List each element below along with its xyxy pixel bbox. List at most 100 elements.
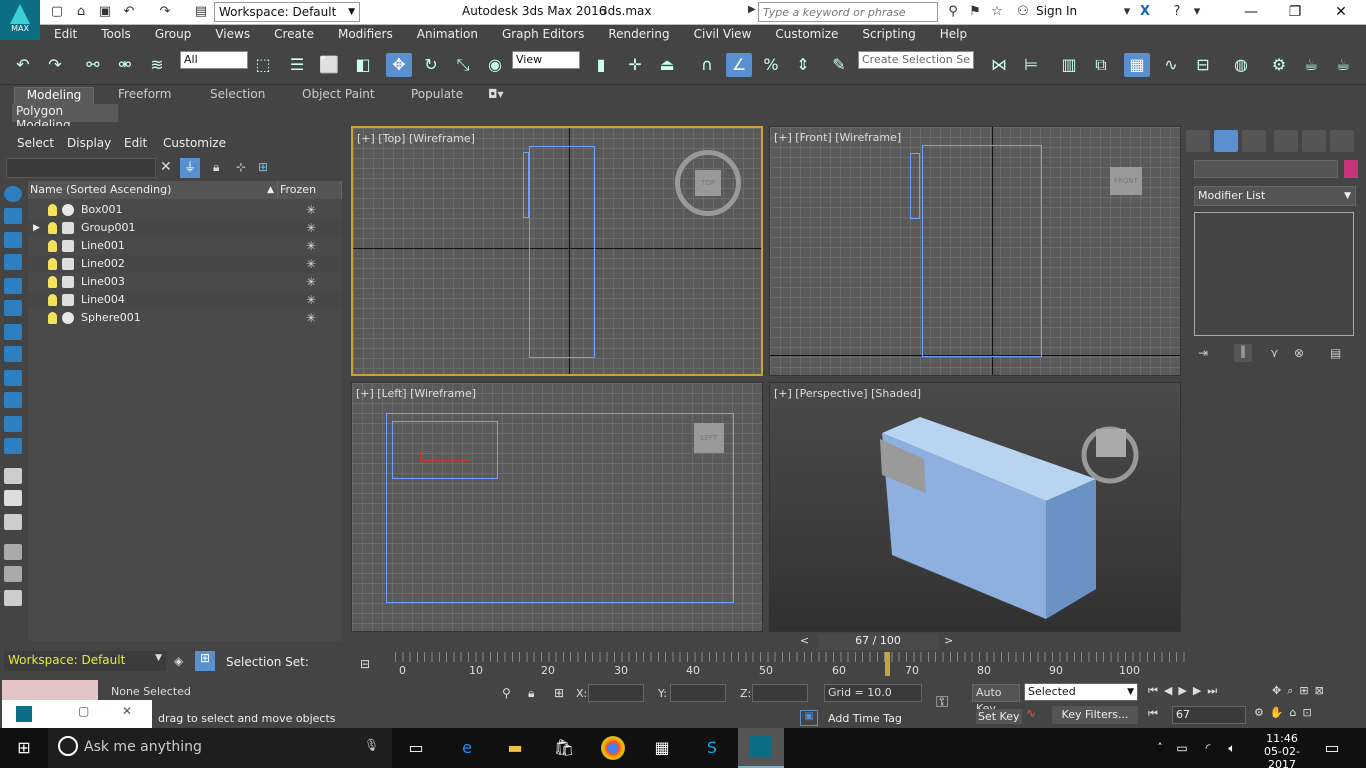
unlink-icon[interactable]: ⚮ [112,53,138,77]
current-frame-marker[interactable] [884,652,890,676]
minimize-button[interactable]: — [1228,0,1274,25]
key-icon[interactable]: ⚿ [936,692,948,712]
expand-search-icon[interactable]: ▶ [748,4,756,15]
menu-help[interactable]: Help [926,25,977,41]
z-coordinate-input[interactable] [752,684,808,702]
object-color-swatch[interactable] [1344,160,1358,178]
redo-icon[interactable]: ↷ [156,3,174,21]
chevron-down-icon[interactable]: ▾ [1118,3,1136,21]
restore-icon[interactable]: ▢ [78,704,89,718]
select-and-scale-icon[interactable]: ⤡ [450,53,476,77]
toggle-ribbon-icon[interactable]: ⧉ [1088,53,1114,77]
close-button[interactable]: ✕ [1318,0,1364,25]
window-crossing-icon[interactable]: ◧ [350,53,376,77]
select-by-name-icon[interactable]: ☰ [284,53,310,77]
menu-customize[interactable]: Customize [761,25,848,41]
sign-in-link[interactable]: Sign In [1036,4,1077,18]
time-slider[interactable]: 67 / 100 [818,634,938,650]
undo-icon[interactable]: ↶ [120,3,138,21]
motion-tab-icon[interactable] [1274,130,1298,152]
explorer-menu-display[interactable]: Display [67,136,111,150]
light-bulb-icon[interactable] [48,240,57,252]
layers-toggle-icon[interactable]: ◈ [174,654,183,668]
tab-populate[interactable]: Populate [411,87,463,105]
viewport-navigation-icons[interactable]: ✥⌕⊞⊠ [1272,684,1330,698]
time-configuration-icons[interactable]: ⚙✋⌂⊡ [1254,706,1318,719]
red-line-shape[interactable] [420,451,470,461]
rectangular-selection-icon[interactable]: ⬜ [316,53,342,77]
wifi-icon[interactable]: ◜ [1196,736,1220,760]
scene-explorer-icon[interactable]: ▦ [1124,53,1150,77]
render-production-icon[interactable]: ☕ [1330,53,1356,77]
menu-tools[interactable]: Tools [87,25,141,41]
selection-lock-icon[interactable]: 🔒︎ [528,686,534,701]
box-wireframe[interactable] [529,146,595,358]
pin-stack-icon[interactable]: ⇥ [1198,346,1208,360]
display-shapes-icon[interactable] [4,232,22,248]
explorer-menu-select[interactable]: Select [17,136,54,150]
light-bulb-icon[interactable] [48,294,57,306]
action-center-icon[interactable]: ▭ [1320,736,1344,760]
chevron-down-icon[interactable]: ▾ [1188,3,1206,21]
menu-scripting[interactable]: Scripting [848,25,925,41]
freeze-snowflake-icon[interactable]: ✳ [306,309,316,327]
modifier-stack[interactable] [1194,212,1354,336]
panel-wireframe[interactable] [910,153,920,219]
column-header-frozen[interactable]: Frozen [278,181,342,199]
viewport-perspective[interactable]: [+] [Perspective] [Shaded] [769,382,1181,632]
material-editor-icon[interactable]: ◍ [1228,53,1254,77]
make-unique-icon[interactable]: ⋎ [1270,346,1279,360]
ribbon-options-icon[interactable]: ◘▾ [488,87,504,105]
task-view-icon[interactable]: ▭ [404,736,428,760]
viewcube[interactable]: FRONT [1110,167,1142,195]
spinner-snap-icon[interactable]: ⇕ [790,53,816,77]
x-coordinate-input[interactable] [588,684,644,702]
hierarchy-icon[interactable] [4,566,22,582]
menu-rendering[interactable]: Rendering [594,25,679,41]
freeze-snowflake-icon[interactable]: ✳ [306,219,316,237]
freeze-snowflake-icon[interactable]: ✳ [306,291,316,309]
selection-filter-dropdown[interactable]: All [180,51,248,69]
expand-arrow-icon[interactable]: ▶ [33,219,40,237]
display-spacewarps-icon[interactable] [4,324,22,340]
playback-controls[interactable]: ⏮◀▶▶⏭ [1148,684,1223,698]
mirror-icon[interactable]: ⋈ [986,53,1012,77]
snaps-toggle-icon[interactable]: ∩ [694,53,720,77]
hierarchy-tab-icon[interactable] [1242,130,1266,152]
freeze-snowflake-icon[interactable]: ✳ [306,273,316,291]
link-icon[interactable]: ⚯ [80,53,106,77]
create-selection-set-input[interactable]: Create Selection Se [858,51,974,69]
absolute-transform-icon[interactable]: ⊞ [554,686,564,700]
display-frozen-icon[interactable] [4,438,22,454]
explorer-menu-customize[interactable]: Customize [163,136,226,150]
open-file-icon[interactable]: ⌂ [72,3,90,21]
keyboard-shortcut-override-icon[interactable]: ⏏ [654,53,680,77]
menu-graph-editors[interactable]: Graph Editors [488,25,594,41]
filter-icon[interactable]: ⏚ [180,158,200,178]
display-bones-icon[interactable] [4,392,22,408]
list-item[interactable]: Line001 ✳ [28,237,342,255]
next-frame-button[interactable]: > [944,634,953,647]
clear-search-icon[interactable]: ✕ [160,159,172,175]
select-object-icon[interactable]: ⬚ [250,53,276,77]
freeze-snowflake-icon[interactable]: ✳ [306,255,316,273]
light-bulb-icon[interactable] [48,276,57,288]
windows-start-icon[interactable]: ⊞ [12,736,36,760]
chrome-icon[interactable] [601,736,625,760]
workspace-selector[interactable]: Workspace: Default ▼ [4,651,166,671]
open-mini-curve-editor-icon[interactable]: ⊟ [360,657,370,671]
viewport-label[interactable]: [+] [Top] [Wireframe] [357,132,475,145]
save-file-icon[interactable]: ▣ [96,3,114,21]
panel-wireframe[interactable] [392,421,498,479]
key-mode-toggle-icon[interactable]: ⏮ [1148,707,1158,721]
communication-center-icon[interactable]: ⚑ [966,3,984,21]
display-geometry-icon[interactable] [4,208,22,224]
key-filters-button[interactable]: Key Filters... [1052,706,1138,724]
freeze-snowflake-icon[interactable]: ✳ [306,201,316,219]
tab-selection[interactable]: Selection [210,87,265,105]
current-frame-input[interactable]: 67 [1172,706,1246,724]
trackbar[interactable]: 0 10 20 30 40 50 60 70 80 90 100 [395,652,1185,678]
display-groups-icon[interactable] [4,346,22,362]
percent-snap-icon[interactable]: % [758,53,784,77]
align-icon[interactable]: ⊨ [1018,53,1044,77]
